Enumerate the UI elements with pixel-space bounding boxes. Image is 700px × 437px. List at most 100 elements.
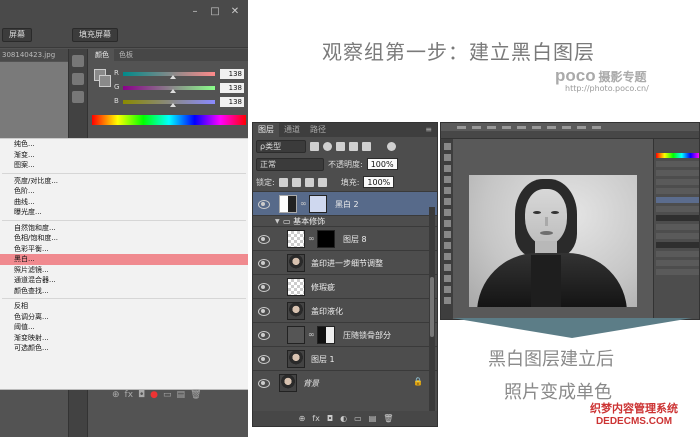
layer-row[interactable]: ∞ 图层 8 (253, 226, 437, 250)
trash-icon[interactable]: 🗑 (190, 390, 201, 400)
menu-item[interactable]: 渐变... (0, 150, 248, 161)
tool-icon[interactable] (443, 253, 451, 260)
visibility-eye-icon[interactable] (258, 379, 270, 388)
menu-item[interactable]: 色调分离... (0, 312, 248, 323)
layer-row-background[interactable]: 背景 🔒 (253, 370, 437, 394)
visibility-eye-icon[interactable] (258, 259, 270, 268)
menu-item[interactable] (577, 126, 586, 129)
green-slider-knob[interactable] (169, 89, 176, 93)
menu-item[interactable]: 阈值... (0, 322, 248, 333)
blend-mode-select[interactable]: 正常 (256, 157, 324, 171)
color-spectrum-bar[interactable] (656, 153, 699, 158)
link-chain-icon[interactable]: ∞ (308, 234, 315, 243)
color-panel-icon[interactable] (72, 55, 84, 67)
layer-mask-thumbnail[interactable] (317, 230, 335, 248)
menu-item[interactable] (502, 126, 511, 129)
tab-channels[interactable]: 通道 (279, 123, 305, 137)
tool-icon[interactable] (443, 187, 451, 194)
tool-icon[interactable] (443, 297, 451, 304)
lock-position-icon[interactable] (304, 177, 314, 187)
shape-filter-icon[interactable] (349, 141, 358, 151)
menu-item[interactable]: 曝光度... (0, 207, 248, 218)
menu-item[interactable]: 通道混合器... (0, 275, 248, 286)
visibility-eye-icon[interactable] (258, 283, 270, 292)
tool-icon[interactable] (443, 176, 451, 183)
menu-item[interactable]: 渐变映射... (0, 333, 248, 344)
menu-item[interactable]: 色阶... (0, 186, 248, 197)
new-layer-icon[interactable]: ▤ (369, 414, 377, 423)
fill-screen-button[interactable]: 填充屏幕 (72, 28, 118, 42)
layer-mask-thumbnail[interactable] (317, 326, 335, 344)
layer-row[interactable] (656, 242, 699, 248)
menu-item[interactable] (457, 126, 466, 129)
group-icon[interactable]: ▭ (163, 390, 172, 400)
tool-icon[interactable] (443, 209, 451, 216)
close-icon[interactable]: ✕ (228, 6, 242, 18)
tool-icon[interactable] (443, 264, 451, 271)
tab-layers[interactable]: 图层 (253, 123, 279, 137)
fill-input[interactable]: 100% (363, 176, 395, 188)
screen-button[interactable]: 屏幕 (2, 28, 32, 42)
link-icon[interactable]: ⊕ (112, 390, 120, 400)
minimize-icon[interactable]: – (188, 6, 202, 18)
opacity-input[interactable]: 100% (366, 158, 398, 170)
fx-icon[interactable]: fx (125, 390, 134, 400)
tool-icon[interactable] (443, 220, 451, 227)
menu-item[interactable]: 反相 (0, 301, 248, 312)
adjustment-icon[interactable]: ● (150, 390, 158, 400)
group-icon[interactable]: ▭ (354, 414, 362, 423)
blue-slider-knob[interactable] (169, 103, 176, 107)
tool-icon[interactable] (443, 286, 451, 293)
maximize-icon[interactable]: □ (208, 6, 222, 18)
adjustment-icon[interactable]: ◐ (340, 414, 347, 423)
menu-item[interactable] (547, 126, 556, 129)
filter-toggle-icon[interactable] (387, 141, 396, 151)
fx-icon[interactable]: fx (312, 414, 320, 423)
menu-item[interactable]: 图案... (0, 160, 248, 171)
menu-item[interactable] (532, 126, 541, 129)
selected-layer-row[interactable] (656, 197, 699, 203)
swatches-panel-icon[interactable] (72, 73, 84, 85)
link-chain-icon[interactable]: ∞ (300, 199, 307, 208)
visibility-eye-icon[interactable] (258, 331, 270, 340)
mask-icon[interactable]: ◘ (138, 390, 145, 400)
lock-transparent-icon[interactable] (278, 177, 288, 187)
tab-swatches[interactable]: 色板 (114, 49, 138, 61)
menu-item[interactable]: 色彩平衡... (0, 244, 248, 255)
red-slider-knob[interactable] (169, 75, 176, 79)
menu-item[interactable] (487, 126, 496, 129)
menu-item[interactable]: 可选颜色... (0, 343, 248, 354)
visibility-eye-icon[interactable] (258, 235, 270, 244)
layer-row[interactable]: 修瑕疵 (253, 274, 437, 298)
menu-item[interactable]: 色相/饱和度... (0, 233, 248, 244)
link-icon[interactable]: ⊕ (299, 414, 306, 423)
type-filter-icon[interactable] (336, 141, 345, 151)
layer-row[interactable] (656, 206, 699, 212)
blue-value-field[interactable]: 138 (220, 97, 244, 107)
tool-icon[interactable] (443, 231, 451, 238)
visibility-eye-icon[interactable] (258, 355, 270, 364)
document-tab[interactable]: 308140423.jpg (0, 49, 72, 61)
layers-scrollbar[interactable] (429, 207, 435, 417)
tool-icon[interactable] (443, 154, 451, 161)
layer-row[interactable] (656, 260, 699, 266)
layer-row[interactable] (656, 251, 699, 257)
link-chain-icon[interactable]: ∞ (308, 330, 315, 339)
layer-row[interactable]: 盖印液化 (253, 298, 437, 322)
layer-row[interactable]: ∞ 压随锁骨部分 (253, 322, 437, 346)
smart-object-filter-icon[interactable] (362, 141, 371, 151)
tool-icon[interactable] (443, 275, 451, 282)
layer-row[interactable]: 图层 1 (253, 346, 437, 370)
green-value-field[interactable]: 138 (220, 83, 244, 93)
layer-filter-select[interactable]: ρ类型 (256, 139, 306, 153)
menu-item[interactable]: 颜色查找... (0, 286, 248, 297)
tool-icon[interactable] (443, 165, 451, 172)
layer-row[interactable] (656, 215, 699, 221)
menu-item[interactable] (592, 126, 601, 129)
visibility-eye-icon[interactable] (258, 307, 270, 316)
red-value-field[interactable]: 138 (220, 69, 244, 79)
layer-row[interactable] (656, 233, 699, 239)
tab-paths[interactable]: 路径 (305, 123, 331, 137)
menu-item[interactable] (472, 126, 481, 129)
layer-row[interactable] (656, 224, 699, 230)
